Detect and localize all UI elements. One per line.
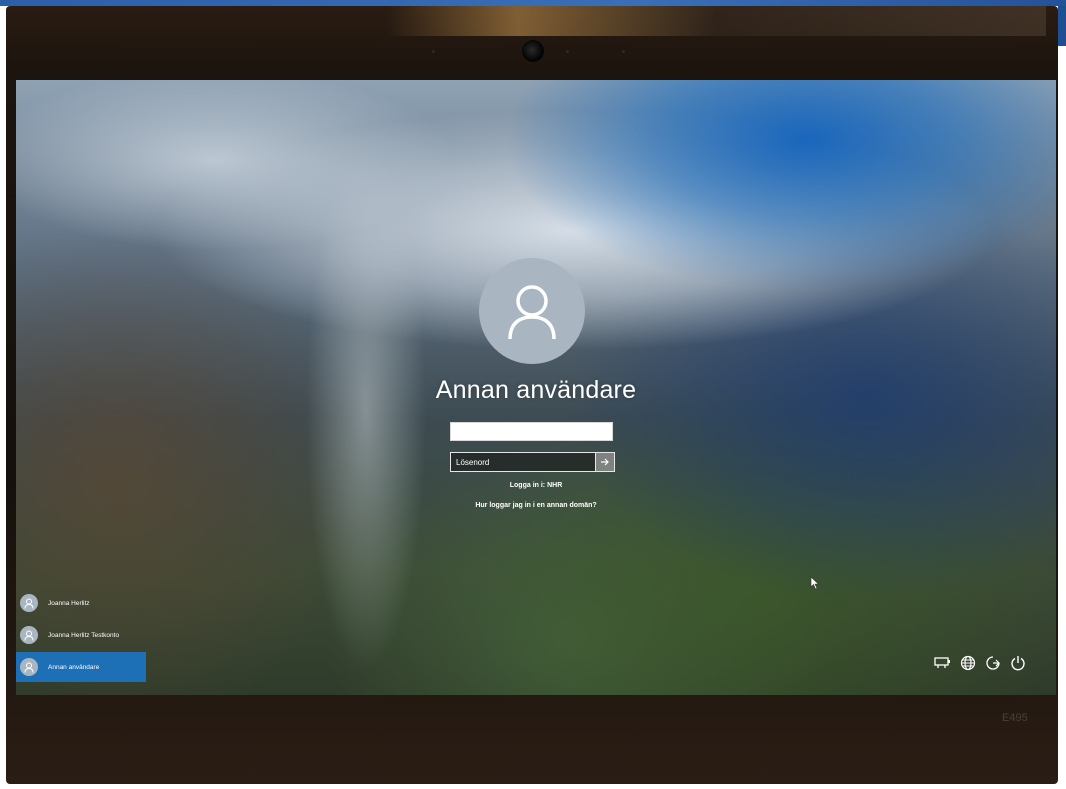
power-icon[interactable] <box>1009 654 1026 671</box>
user-title: Annan användare <box>435 376 637 404</box>
webcam <box>522 40 544 62</box>
arrow-right-icon <box>601 458 609 466</box>
user-switcher-list: Joanna Herlitz Joanna Herlitz Testkonto <box>16 588 146 684</box>
username-field[interactable] <box>450 422 613 441</box>
password-field[interactable] <box>450 452 596 472</box>
accessibility-icon[interactable] <box>984 654 1001 671</box>
lock-screen: Annan användare Logga in i: NHR Hur logg… <box>16 80 1056 695</box>
user-icon <box>24 598 34 609</box>
photo-background: Annan användare Logga in i: NHR Hur logg… <box>0 0 1066 789</box>
bezel-dot <box>622 50 625 53</box>
bezel-dot <box>432 50 435 53</box>
user-item-joanna-herlitz-testkonto[interactable]: Joanna Herlitz Testkonto <box>16 620 146 650</box>
user-avatar-small <box>20 626 38 644</box>
user-name: Joanna Herlitz <box>48 599 90 607</box>
signin-domain-text: Logga in i: NHR <box>509 482 563 489</box>
user-icon <box>24 630 34 641</box>
user-avatar-large <box>479 258 585 364</box>
right-edge-tab <box>1058 6 1066 46</box>
globe-icon[interactable] <box>959 654 976 671</box>
user-icon <box>24 662 34 673</box>
laptop-bezel: Annan användare Logga in i: NHR Hur logg… <box>6 6 1058 784</box>
submit-button[interactable] <box>596 452 615 472</box>
user-item-annan-anvandare[interactable]: Annan användare <box>16 652 146 682</box>
user-name: Annan användare <box>48 663 100 671</box>
other-domain-link[interactable]: Hur loggar jag in i en annan domän? <box>16 502 1056 509</box>
user-avatar-small <box>20 594 38 612</box>
background-decor <box>386 6 1046 36</box>
model-label: E495 <box>1002 712 1028 724</box>
system-tray <box>934 654 1026 671</box>
password-row <box>450 452 615 472</box>
user-item-joanna-herlitz[interactable]: Joanna Herlitz <box>16 588 146 618</box>
mouse-cursor-icon <box>810 576 820 595</box>
user-avatar-small <box>20 658 38 676</box>
bezel-dot <box>566 50 569 53</box>
user-name: Joanna Herlitz Testkonto <box>48 631 120 639</box>
user-icon <box>508 285 556 340</box>
network-icon[interactable] <box>934 654 951 671</box>
